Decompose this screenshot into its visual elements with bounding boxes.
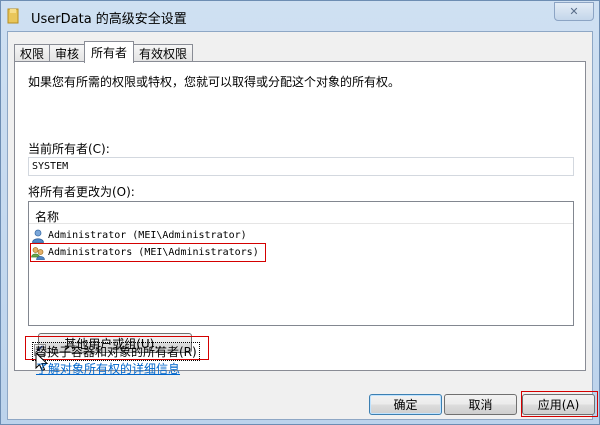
owner-panel: 如果您有所需的权限或特权，您就可以取得或分配这个对象的所有权。 当前所有者(C)… — [14, 61, 586, 371]
cancel-button[interactable]: 取消 — [444, 394, 517, 415]
list-item-label: Administrators (MEI\Administrators) — [48, 247, 259, 258]
current-owner-field: SYSTEM — [28, 157, 574, 176]
window-title: UserData 的高级安全设置 — [31, 12, 187, 27]
dialog-client: 权限 审核 所有者 有效权限 如果您有所需的权限或特权，您就可以取得或分配这个对… — [7, 31, 598, 420]
user-icon — [32, 229, 44, 243]
tab-owner[interactable]: 所有者 — [84, 41, 135, 63]
close-icon: ✕ — [569, 5, 579, 18]
list-item-administrator[interactable]: Administrator (MEI\Administrator) — [31, 227, 247, 244]
title-bar[interactable]: UserData 的高级安全设置 ✕ — [1, 1, 599, 31]
change-owner-label: 将所有者更改为(O): — [28, 185, 135, 199]
apply-button[interactable]: 应用(A) — [522, 394, 595, 415]
tab-auditing[interactable]: 审核 — [49, 44, 86, 62]
list-item-label: Administrator (MEI\Administrator) — [48, 230, 247, 241]
owner-intro-text: 如果您有所需的权限或特权，您就可以取得或分配这个对象的所有权。 — [28, 75, 401, 89]
tab-permissions[interactable]: 权限 — [14, 44, 51, 62]
ok-button[interactable]: 确定 — [369, 394, 442, 415]
tab-effective-permissions[interactable]: 有效权限 — [133, 44, 194, 62]
current-owner-label: 当前所有者(C): — [28, 142, 110, 156]
folder-icon — [7, 8, 19, 24]
tab-strip: 权限 审核 所有者 有效权限 — [14, 40, 194, 63]
ownership-info-link[interactable]: 了解对象所有权的详细信息 — [36, 360, 180, 377]
dialog-window: UserData 的高级安全设置 ✕ 权限 审核 所有者 有效权限 如果您有所需… — [0, 0, 600, 425]
close-button[interactable]: ✕ — [554, 2, 594, 21]
group-icon — [31, 246, 45, 260]
replace-owner-label[interactable]: 替换子容器和对象的所有者(R) — [32, 342, 200, 361]
list-item-administrators[interactable]: Administrators (MEI\Administrators) — [30, 243, 266, 262]
list-header-name[interactable]: 名称 — [29, 202, 573, 224]
owner-listbox[interactable]: 名称 Administrator (MEI\Administrator) Adm… — [28, 201, 574, 326]
